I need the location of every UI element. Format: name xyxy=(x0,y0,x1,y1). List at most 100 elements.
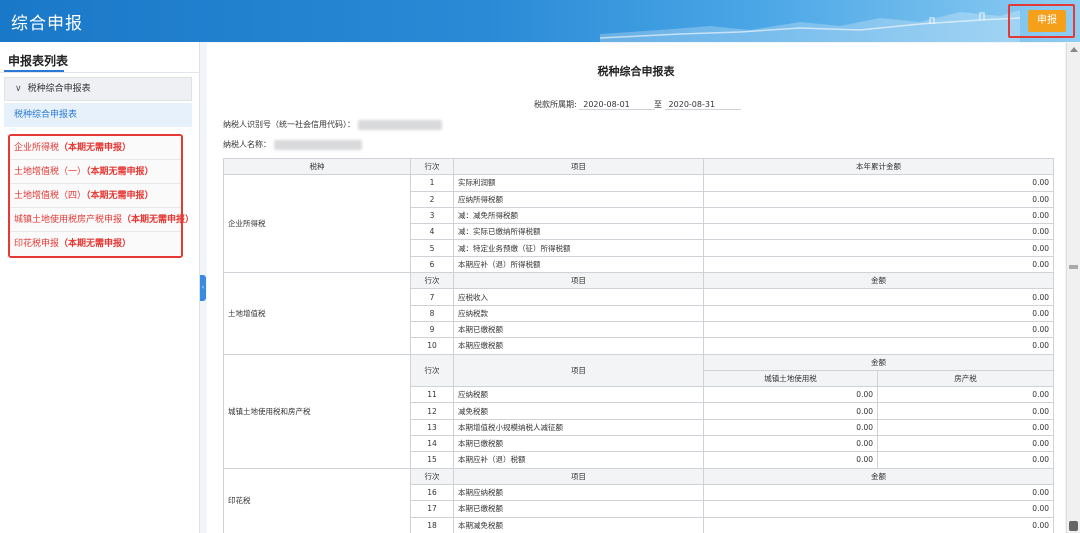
amount-cell[interactable]: 0.00 xyxy=(703,239,1054,257)
scrollbar-marker xyxy=(1069,265,1078,269)
table-header-cell: 行次 xyxy=(410,272,454,290)
amount-cell[interactable]: 0.00 xyxy=(703,174,1054,192)
amount-cell[interactable]: 0.00 xyxy=(703,206,1054,225)
sidebar-item-land-property[interactable]: 城镇土地使用税房产税申报（本期无需申报） xyxy=(10,208,194,232)
item-cell: 减免税额 xyxy=(453,402,704,420)
period-start-field[interactable]: 2020-08-01 xyxy=(579,100,656,110)
table-header-cell: 项目 xyxy=(453,272,704,290)
taxpayer-name-row: 纳税人名称： xyxy=(223,139,362,150)
top-header: 综合申报 申报 xyxy=(0,0,1080,42)
amount-cell[interactable]: 0.00 xyxy=(703,255,1054,274)
row-number-cell: 2 xyxy=(410,190,454,208)
table-header-cell: 城镇土地使用税 xyxy=(703,369,878,388)
row-number-cell: 3 xyxy=(410,206,454,225)
amount-cell[interactable]: 0.00 xyxy=(703,402,878,420)
sidebar-item-note: （本期无需申报） xyxy=(86,167,154,177)
amount-cell[interactable]: 0.00 xyxy=(703,483,1054,502)
redacted-taxpayer-id xyxy=(357,119,442,130)
table-header-cell: 行次 xyxy=(410,157,454,176)
table-header-cell: 金额 xyxy=(703,467,1054,485)
period-end-field[interactable]: 2020-08-31 xyxy=(664,100,741,110)
table-header-cell: 金额 xyxy=(703,272,1054,290)
sidebar-item-label: 土地增值税（四） xyxy=(14,191,87,201)
sidebar-item-note: （本期无需申报） xyxy=(122,215,195,225)
sidebar-item-label: 企业所得税 xyxy=(14,143,60,153)
amount-cell[interactable]: 0.00 xyxy=(703,288,1054,306)
amount-cell[interactable]: 0.00 xyxy=(703,223,1054,241)
sidebar-item-cit[interactable]: 企业所得税（本期无需申报） xyxy=(10,136,181,160)
table-header-cell: 行次 xyxy=(410,353,454,388)
item-cell: 减：减免所得税额 xyxy=(453,206,704,225)
table-header-cell: 项目 xyxy=(453,353,704,388)
taxpayer-id-row: 纳税人识别号（统一社会信用代码）： xyxy=(223,119,442,130)
table-subheader-row: 城镇土地使用税和房产税 行次 项目 金额 xyxy=(223,353,1054,469)
sidebar-item-lvat-1[interactable]: 土地增值税（一）（本期无需申报） xyxy=(10,160,181,184)
tax-type-cell: 企业所得税 xyxy=(223,174,411,274)
row-number-cell: 16 xyxy=(410,483,454,502)
amount-cell[interactable]: 0.00 xyxy=(703,500,1054,518)
sidebar-group-header[interactable]: ∨ 税种综合申报表 xyxy=(4,77,192,101)
table-header-cell: 项目 xyxy=(453,157,704,176)
sidebar-item-stamp[interactable]: 印花税申报（本期无需申报） xyxy=(10,232,181,256)
amount-cell[interactable]: 0.00 xyxy=(703,304,1054,322)
row-number-cell: 8 xyxy=(410,304,454,322)
item-cell: 本期已缴税额 xyxy=(453,320,704,339)
sidebar-item-label: 城镇土地使用税房产税申报 xyxy=(14,215,123,225)
row-number-cell: 7 xyxy=(410,288,454,306)
item-cell: 应纳税额 xyxy=(453,386,704,404)
amount-cell[interactable]: 0.00 xyxy=(703,516,1054,533)
sidebar-title-underline xyxy=(4,70,64,72)
sidebar-collapse-handle[interactable]: ‹ xyxy=(200,275,206,301)
item-cell: 本期已缴税额 xyxy=(453,435,704,453)
vertical-scrollbar[interactable] xyxy=(1066,43,1080,533)
sidebar-item-lvat-4[interactable]: 土地增值税（四）（本期无需申报） xyxy=(10,184,181,208)
row-number-cell: 15 xyxy=(410,451,454,469)
submit-button[interactable]: 申报 xyxy=(1028,10,1066,32)
sidebar-group-label: 税种综合申报表 xyxy=(27,84,91,94)
amount-cell[interactable]: 0.00 xyxy=(703,337,1054,355)
scrollbar-thumb[interactable] xyxy=(1069,521,1078,531)
redacted-taxpayer-name xyxy=(273,139,362,150)
sidebar-item-note: （本期无需申报） xyxy=(59,143,132,153)
table-header-cell: 行次 xyxy=(410,467,454,485)
row-number-cell: 9 xyxy=(410,320,454,339)
item-cell: 应纳所得税额 xyxy=(453,190,704,208)
sidebar-item-note: （本期无需申报） xyxy=(86,191,154,201)
scroll-up-icon[interactable] xyxy=(1070,47,1078,52)
period-start-group: 税款所属期: 2020-08-01 xyxy=(534,99,656,110)
item-cell: 本期应补（退）税额 xyxy=(453,451,704,469)
sidebar-item-active[interactable]: 税种综合申报表 xyxy=(4,103,192,127)
table-header-cell: 本年累计金额 xyxy=(703,157,1054,176)
row-number-cell: 17 xyxy=(410,500,454,518)
item-cell: 减：特定业务预缴（征）所得税额 xyxy=(453,239,704,257)
table-subheader-row: 土地增值税 行次 项目 金额 xyxy=(223,272,1054,355)
amount-cell[interactable]: 0.00 xyxy=(703,386,878,404)
highlighted-form-list: 企业所得税（本期无需申报） 土地增值税（一）（本期无需申报） 土地增值税（四）（… xyxy=(8,134,194,258)
tax-declaration-table: 税种 行次 项目 本年累计金额 企业所得税 1 实际利润额 0.00 2 应纳所… xyxy=(223,157,1054,533)
row-number-cell: 12 xyxy=(410,402,454,420)
amount-cell[interactable]: 0.00 xyxy=(877,418,1054,437)
taxpayer-name-label: 纳税人名称： xyxy=(223,140,271,149)
item-cell: 本期增值税小规模纳税人减征额 xyxy=(453,418,704,437)
form-panel: 税种综合申报表 税款所属期: 2020-08-01 至 2020-08-31 纳… xyxy=(207,43,1065,533)
row-number-cell: 14 xyxy=(410,435,454,453)
row-number-cell: 5 xyxy=(410,239,454,257)
amount-cell[interactable]: 0.00 xyxy=(703,320,1054,339)
amount-cell[interactable]: 0.00 xyxy=(877,451,1054,469)
item-cell: 本期应缴税额 xyxy=(453,337,704,355)
row-number-cell: 6 xyxy=(410,255,454,274)
amount-cell[interactable]: 0.00 xyxy=(877,435,1054,453)
item-cell: 本期减免税额 xyxy=(453,516,704,533)
table-subheader-row: 印花税 行次 项目 金额 xyxy=(223,467,1054,533)
amount-cell[interactable]: 0.00 xyxy=(877,402,1054,420)
amount-cell[interactable]: 0.00 xyxy=(877,386,1054,404)
amount-cell[interactable]: 0.00 xyxy=(703,190,1054,208)
amount-cell[interactable]: 0.00 xyxy=(703,451,878,469)
amount-cell[interactable]: 0.00 xyxy=(703,435,878,453)
item-cell: 本期应补（退）所得税额 xyxy=(453,255,704,274)
amount-cell[interactable]: 0.00 xyxy=(703,418,878,437)
sidebar-item-label: 印花税申报 xyxy=(14,239,60,249)
tax-type-cell: 土地增值税 xyxy=(223,272,411,355)
sidebar-title: 申报表列表 xyxy=(8,54,69,68)
sidebar: 申报表列表 ∨ 税种综合申报表 税种综合申报表 企业所得税（本期无需申报） 土地增… xyxy=(0,42,200,533)
